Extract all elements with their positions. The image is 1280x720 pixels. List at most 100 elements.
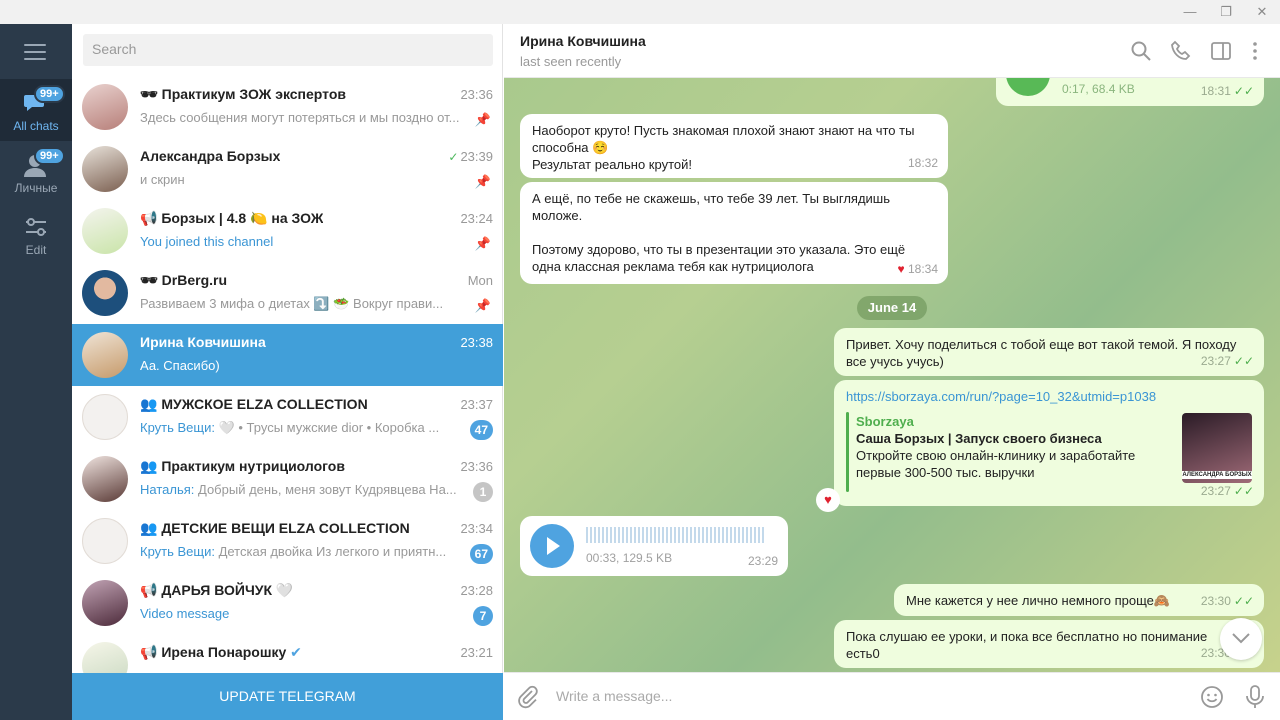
chat-row[interactable]: Александра Борзых ✓ 23:39 и скрин 📌	[72, 138, 503, 200]
avatar	[82, 84, 128, 130]
voice-meta: 0:17, 68.4 KB	[1062, 82, 1135, 96]
message-time: 23:27 ✓✓	[1200, 354, 1254, 368]
chat-row[interactable]: 👥 Практикум нутрициологов 23:36 Наталья:…	[72, 448, 503, 510]
pin-icon: 📌	[474, 236, 491, 251]
chat-row-selected[interactable]: Ирина Ковчишина 23:38 Аа. Спасибо)	[72, 324, 503, 386]
message-composer: Write a message...	[504, 672, 1280, 720]
chat-title[interactable]: Ирина Ковчишина	[520, 33, 646, 49]
sliders-icon	[26, 218, 46, 236]
link-message-out[interactable]: https://sborzaya.com/run/?page=10_32&utm…	[834, 380, 1264, 506]
thumbnail-caption: АЛЕКСАНДРА БОРЗЫХ	[1182, 471, 1252, 479]
chat-preview: и скрин	[140, 172, 185, 187]
message-text: Пока слушаю ее уроки, и пока все бесплат…	[846, 629, 1208, 644]
folder-edit[interactable]: Edit	[0, 203, 72, 265]
folder-personal[interactable]: 99+ Личные	[0, 141, 72, 203]
phone-icon[interactable]	[1170, 40, 1192, 62]
chat-row[interactable]: 👥 ДЕТСКИЕ ВЕЩИ ELZA COLLECTION 23:34 Кру…	[72, 510, 503, 572]
chat-time: 23:36	[460, 87, 493, 102]
chat-time: 23:34	[460, 521, 493, 536]
chat-time: ✓ 23:39	[448, 149, 493, 164]
avatar	[82, 394, 128, 440]
message-time: ♥ 18:34	[897, 262, 939, 276]
attach-icon[interactable]	[516, 685, 540, 709]
avatar	[82, 580, 128, 626]
voice-message-in[interactable]: 00:33, 129.5 KB 23:29	[520, 516, 788, 576]
unread-count: 47	[469, 420, 493, 440]
message-text: Поэтому здорово, что ты в презентации эт…	[532, 242, 906, 257]
chat-preview: You joined this channel	[140, 234, 274, 249]
folder-all-chats[interactable]: 99+ All chats	[0, 79, 72, 141]
unread-count: 1	[473, 482, 493, 502]
heart-reaction-icon[interactable]: ♥	[898, 262, 905, 276]
message-time: 23:29	[747, 554, 778, 568]
link-description: Откройте свою онлайн-клинику и заработай…	[856, 448, 1136, 463]
folders-rail: 99+ All chats 99+ Личные Edit	[0, 24, 72, 720]
chat-preview: Аа. Спасибо)	[140, 358, 220, 373]
emoji-icon[interactable]	[1200, 685, 1224, 709]
link-description: первые 300-500 тыс. выручки	[856, 465, 1035, 480]
chat-preview: Круть Вещи: Детская двойка Из легкого и …	[140, 544, 447, 559]
chat-row[interactable]: 🕶 Практикум ЗОЖ экспертов 23:36 Здесь со…	[72, 76, 503, 138]
verified-icon: ✔	[290, 644, 302, 660]
folder-label: Личные	[14, 181, 58, 195]
message-text: способна ☺️	[532, 140, 609, 155]
play-button[interactable]	[1006, 78, 1050, 96]
message-text: Результат реально крутой!	[532, 157, 692, 172]
folder-label: Edit	[25, 243, 47, 257]
chat-time: 23:24	[460, 211, 493, 226]
unread-badge: 99+	[34, 147, 65, 165]
chat-row[interactable]: 📢 ДАРЬЯ ВОЙЧУК 🤍 23:28 Video message 7	[72, 572, 503, 634]
chat-row[interactable]: 🕶 DrBerg.ru Mon Развиваем 3 мифа о диета…	[72, 262, 503, 324]
unread-count: 7	[473, 606, 493, 626]
message-out[interactable]: Мне кажется у нее лично немного проще🙈 2…	[894, 584, 1264, 616]
chat-name: 📢 ДАРЬЯ ВОЙЧУК 🤍	[140, 582, 294, 598]
link-site-name: Sborzaya	[856, 414, 914, 429]
chat-preview: Развиваем 3 мифа о диетах ⤵️ 🥗 Вокруг пр…	[140, 296, 444, 311]
message-out[interactable]: Привет. Хочу поделиться с тобой еще вот …	[834, 328, 1264, 376]
chat-status: last seen recently	[520, 54, 622, 69]
unread-badge: 99+	[34, 85, 65, 103]
chat-time: 23:28	[460, 583, 493, 598]
chat-row[interactable]: 👥 МУЖСКОЕ ELZA COLLECTION 23:37 Круть Ве…	[72, 386, 503, 448]
maximize-button[interactable]: ❐	[1208, 0, 1244, 24]
chat-list-panel: Search 🕶 Практикум ЗОЖ экспертов 23:36 З…	[72, 24, 503, 720]
minimize-button[interactable]: —	[1172, 0, 1208, 24]
search-input[interactable]: Search	[83, 34, 493, 66]
link-preview-thumbnail[interactable]: АЛЕКСАНДРА БОРЗЫХ	[1182, 413, 1252, 483]
voice-meta: 00:33, 129.5 KB	[586, 551, 673, 565]
message-text: одна классная реклама тебя как нутрициол…	[532, 259, 814, 274]
scroll-to-bottom-button[interactable]	[1220, 618, 1262, 660]
voice-waveform[interactable]	[586, 527, 766, 543]
message-in[interactable]: Наоборот круто! Пусть знакомая плохой зн…	[520, 114, 948, 178]
message-text: моложе.	[532, 208, 583, 223]
chat-name: 📢 Ирена Понарошку ✔	[140, 644, 302, 660]
chat-messages[interactable]: 0:17, 68.4 KB 18:31 ✓✓ Наоборот круто! Пу…	[504, 78, 1280, 672]
folder-label: All chats	[13, 119, 59, 133]
message-text: Наоборот круто! Пусть знакомая плохой зн…	[532, 123, 915, 138]
play-button[interactable]	[530, 524, 574, 568]
close-button[interactable]: ✕	[1244, 0, 1280, 24]
heart-reaction-icon[interactable]: ♥	[816, 488, 840, 512]
microphone-icon[interactable]	[1244, 684, 1266, 710]
message-time: 23:30✓✓	[1200, 594, 1254, 608]
message-out[interactable]: Пока слушаю ее уроки, и пока все бесплат…	[834, 620, 1264, 668]
voice-message-out: 0:17, 68.4 KB 18:31 ✓✓	[996, 78, 1264, 106]
message-input[interactable]: Write a message...	[556, 688, 672, 704]
message-time: 18:31 ✓✓	[1200, 84, 1254, 98]
message-text: все учусь учусь)	[846, 354, 944, 369]
chat-time: 23:37	[460, 397, 493, 412]
message-in[interactable]: А ещё, по тебе не скажешь, что тебе 39 л…	[520, 182, 948, 284]
pin-icon: 📌	[474, 298, 491, 313]
update-telegram-button[interactable]: UPDATE TELEGRAM	[72, 673, 503, 720]
chat-row[interactable]: 📢 Борзых | 4.8 🍋 на ЗОЖ 23:24 You joined…	[72, 200, 503, 262]
chat-name: Ирина Ковчишина	[140, 334, 266, 350]
menu-icon[interactable]	[24, 44, 46, 65]
sidebar-toggle-icon[interactable]	[1210, 40, 1232, 62]
message-text: Привет. Хочу поделиться с тобой еще вот …	[846, 337, 1237, 352]
more-vertical-icon[interactable]	[1244, 40, 1266, 62]
read-check-icon: ✓	[448, 150, 459, 164]
chat-name: 📢 Борзых | 4.8 🍋 на ЗОЖ	[140, 210, 324, 226]
message-link[interactable]: https://sborzaya.com/run/?page=10_32&utm…	[846, 388, 1252, 405]
search-icon[interactable]	[1130, 40, 1152, 62]
chat-name: Александра Борзых	[140, 148, 281, 164]
